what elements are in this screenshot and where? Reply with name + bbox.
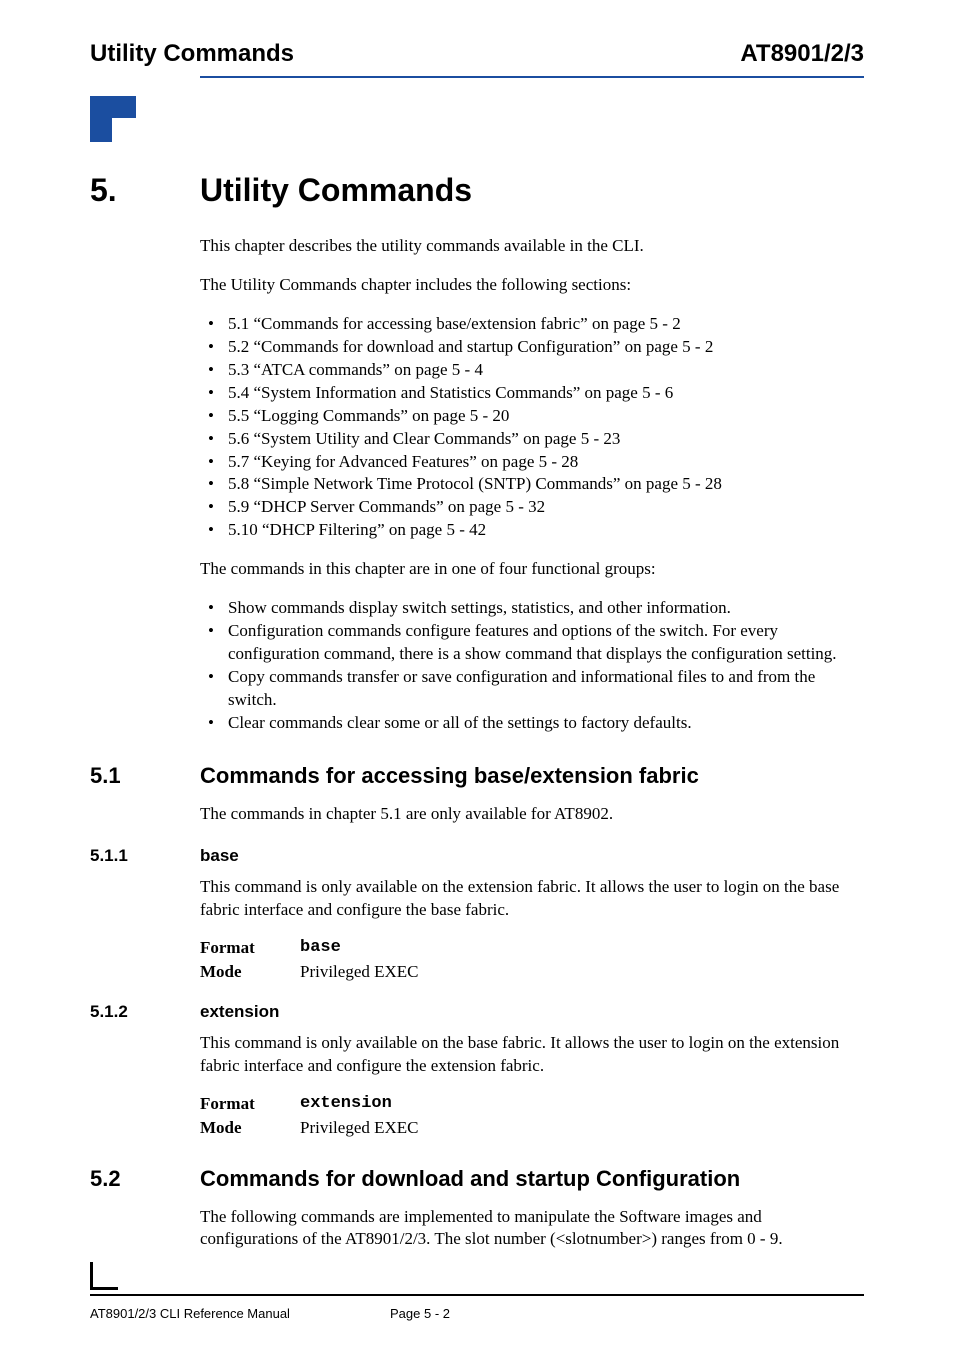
toc-item: 5.7 “Keying for Advanced Features” on pa… xyxy=(200,451,864,474)
mode-value: Privileged EXEC xyxy=(300,962,419,982)
subsection-number: 5.1.1 xyxy=(90,846,200,866)
mode-row: Mode Privileged EXEC xyxy=(200,1118,864,1138)
section-5-1-intro: The commands in chapter 5.1 are only ava… xyxy=(200,803,864,826)
brand-logo-cut xyxy=(112,118,136,142)
section-title: Commands for download and startup Config… xyxy=(200,1166,740,1192)
mode-value: Privileged EXEC xyxy=(300,1118,419,1138)
toc-item: 5.8 “Simple Network Time Protocol (SNTP)… xyxy=(200,473,864,496)
section-heading-5-2: 5.2 Commands for download and startup Co… xyxy=(90,1166,864,1192)
section-number: 5.1 xyxy=(90,763,200,789)
intro-paragraph-2: The Utility Commands chapter includes th… xyxy=(200,274,864,297)
format-row: Format extension xyxy=(200,1094,864,1114)
format-value: extension xyxy=(300,1094,392,1114)
header-rule xyxy=(200,76,864,78)
page-footer: AT8901/2/3 CLI Reference Manual Page 5 -… xyxy=(90,1262,864,1321)
footer-rule xyxy=(90,1294,864,1296)
subsection-heading-5-1-2: 5.1.2 extension xyxy=(90,1002,864,1022)
toc-item: 5.2 “Commands for download and startup C… xyxy=(200,336,864,359)
toc-item: 5.3 “ATCA commands” on page 5 - 4 xyxy=(200,359,864,382)
toc-item: 5.1 “Commands for accessing base/extensi… xyxy=(200,313,864,336)
subsection-5-1-2-desc: This command is only available on the ba… xyxy=(200,1032,864,1078)
footer-page-number: Page 5 - 2 xyxy=(390,1306,450,1321)
groups-list: Show commands display switch settings, s… xyxy=(200,597,864,735)
format-value: base xyxy=(300,938,341,958)
toc-item: 5.10 “DHCP Filtering” on page 5 - 42 xyxy=(200,519,864,542)
subsection-5-1-1-desc: This command is only available on the ex… xyxy=(200,876,864,922)
section-number: 5.2 xyxy=(90,1166,200,1192)
list-item: Show commands display switch settings, s… xyxy=(200,597,864,620)
format-label: Format xyxy=(200,1094,300,1114)
toc-item: 5.6 “System Utility and Clear Commands” … xyxy=(200,428,864,451)
format-label: Format xyxy=(200,938,300,958)
header-left: Utility Commands xyxy=(90,40,294,68)
format-row: Format base xyxy=(200,938,864,958)
list-item: Configuration commands configure feature… xyxy=(200,620,864,666)
subsection-title: base xyxy=(200,846,239,866)
groups-intro: The commands in this chapter are in one … xyxy=(200,558,864,581)
subsection-heading-5-1-1: 5.1.1 base xyxy=(90,846,864,866)
toc-item: 5.4 “System Information and Statistics C… xyxy=(200,382,864,405)
mode-label: Mode xyxy=(200,962,300,982)
footer-manual-name: AT8901/2/3 CLI Reference Manual xyxy=(90,1306,390,1321)
header-right: AT8901/2/3 xyxy=(740,40,864,68)
list-item: Copy commands transfer or save configura… xyxy=(200,666,864,712)
chapter-number: 5. xyxy=(90,172,200,209)
mode-row: Mode Privileged EXEC xyxy=(200,962,864,982)
intro-paragraph-1: This chapter describes the utility comma… xyxy=(200,235,864,258)
section-heading-5-1: 5.1 Commands for accessing base/extensio… xyxy=(90,763,864,789)
mode-label: Mode xyxy=(200,1118,300,1138)
chapter-heading: 5. Utility Commands xyxy=(90,172,864,209)
section-5-2-intro: The following commands are implemented t… xyxy=(200,1206,864,1252)
page-header: Utility Commands AT8901/2/3 xyxy=(90,40,864,68)
footer-brand-mark xyxy=(90,1262,118,1290)
subsection-title: extension xyxy=(200,1002,279,1022)
toc-list: 5.1 “Commands for accessing base/extensi… xyxy=(200,313,864,542)
list-item: Clear commands clear some or all of the … xyxy=(200,712,864,735)
section-title: Commands for accessing base/extension fa… xyxy=(200,763,699,789)
brand-logo xyxy=(90,96,136,142)
chapter-title: Utility Commands xyxy=(200,172,472,209)
toc-item: 5.9 “DHCP Server Commands” on page 5 - 3… xyxy=(200,496,864,519)
toc-item: 5.5 “Logging Commands” on page 5 - 20 xyxy=(200,405,864,428)
subsection-number: 5.1.2 xyxy=(90,1002,200,1022)
